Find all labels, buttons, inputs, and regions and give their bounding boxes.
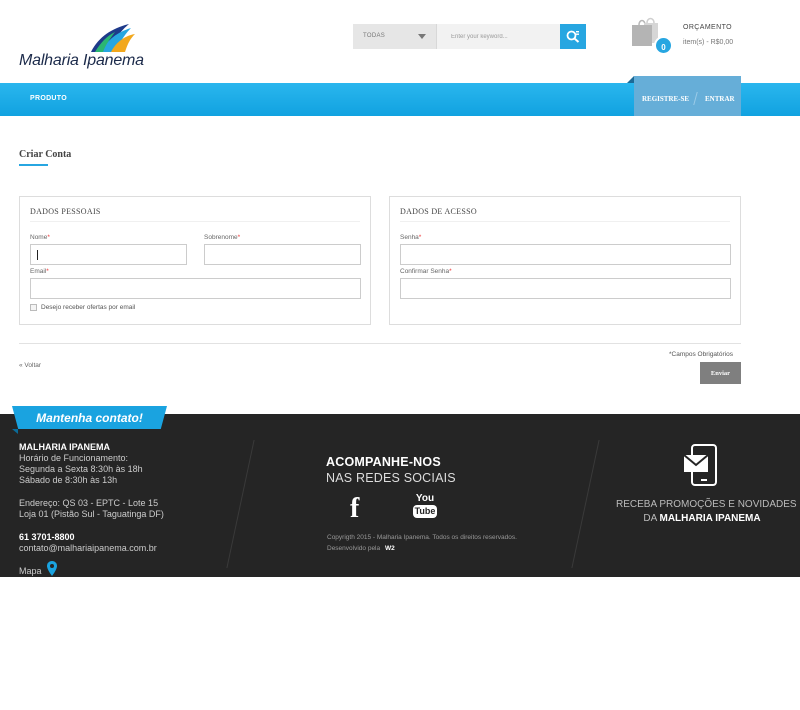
panel-divider — [30, 221, 360, 222]
footer-social: ACOMPANHE-NOS NAS REDES SOCIAIS f You Tu… — [326, 455, 556, 552]
developer-link[interactable]: W2 — [385, 545, 395, 552]
footer-email-link[interactable]: contato@malhariaipanema.com.br — [19, 543, 157, 555]
search-bar: TODAS — [353, 24, 586, 49]
map-link[interactable]: Mapa — [19, 566, 42, 578]
tab-fold — [627, 76, 634, 83]
promo-prefix: DA — [643, 513, 657, 524]
search-input[interactable] — [437, 24, 560, 49]
access-data-panel: DADOS DE ACESSO Senha* Confirmar Senha* — [389, 196, 741, 325]
required-mark: * — [47, 234, 50, 241]
ribbon-text: Mantenha contato! — [36, 411, 143, 425]
footer-hours-title: Horário de Funcionamento: — [19, 453, 129, 463]
submit-button[interactable]: Enviar — [700, 362, 741, 384]
header: Malharia Ipanema TODAS 0 ORÇAMENTO item(… — [0, 0, 800, 83]
senha-label-text: Senha — [400, 234, 419, 241]
email-field[interactable] — [30, 278, 361, 299]
cart-title: ORÇAMENTO — [683, 24, 732, 31]
personal-data-title: DADOS PESSOAIS — [30, 207, 101, 216]
page-title-underline — [19, 164, 48, 166]
promo-brand: MALHARIA IPANEMA — [659, 513, 761, 524]
map-pin-icon[interactable] — [47, 561, 57, 576]
required-mark: * — [449, 268, 452, 275]
newsletter-label: Desejo receber ofertas por email — [41, 304, 136, 311]
panel-divider — [400, 221, 730, 222]
required-mark: * — [237, 234, 241, 241]
footer-address-1: Endereço: QS 03 - EPTC - Lote 15 — [19, 498, 159, 508]
required-fields-note: *Campos Obrigatórios — [669, 351, 733, 358]
confirm-password-field[interactable] — [400, 278, 731, 299]
email-label-text: Email — [30, 268, 47, 275]
developed-by-text: Desenvolvido pela — [327, 545, 381, 552]
youtube-icon[interactable]: You Tube — [412, 493, 438, 519]
chevron-down-icon — [418, 34, 426, 39]
brand-name: Malharia Ipanema — [19, 52, 144, 69]
password-field[interactable] — [400, 244, 731, 265]
account-links: REGISTRE-SE ENTRAR — [627, 76, 741, 116]
footer-hours-week: Segunda a Sexta 8:30h às 18h — [19, 464, 143, 474]
confirm-password-label-text: Confirmar Senha — [400, 268, 450, 275]
nome-field[interactable] — [30, 244, 187, 265]
follow-title: ACOMPANHE-NOS — [326, 455, 441, 469]
login-link[interactable]: ENTRAR — [705, 95, 735, 103]
search-category-value: TODAS — [363, 33, 386, 39]
logo[interactable]: Malharia Ipanema — [19, 22, 164, 70]
main-navbar: PRODUTO REGISTRE-SE ENTRAR — [0, 76, 800, 116]
nome-label: Nome* — [30, 234, 50, 241]
footer-company: MALHARIA IPANEMA — [19, 442, 110, 452]
senha-label: Senha* — [400, 234, 421, 241]
nav-item-produto[interactable]: PRODUTO — [30, 95, 67, 102]
nav-divider — [693, 92, 698, 105]
search-category-select[interactable]: TODAS — [353, 24, 437, 49]
search-icon — [566, 30, 580, 43]
email-label: Email* — [30, 268, 49, 275]
sobrenome-label: Sobrenome* — [204, 234, 240, 241]
search-button[interactable] — [560, 24, 586, 49]
youtube-icon-bottom: Tube — [413, 505, 437, 518]
register-link[interactable]: REGISTRE-SE — [642, 95, 689, 103]
facebook-icon[interactable]: f — [350, 493, 359, 525]
access-data-title: DADOS DE ACESSO — [400, 207, 477, 216]
footer-address-2: Loja 01 (Pistão Sul - Taguatinga DF) — [19, 509, 164, 519]
sobrenome-label-text: Sobrenome — [204, 234, 238, 241]
newsletter-checkbox[interactable] — [30, 304, 37, 311]
follow-subtitle: NAS REDES SOCIAIS — [326, 471, 456, 485]
developed-by: Desenvolvido pela W2 — [327, 545, 395, 552]
ribbon-fold — [12, 429, 18, 434]
cart-summary: item(s) - R$0,00 — [683, 39, 734, 46]
cart-widget[interactable]: 0 ORÇAMENTO item(s) - R$0,00 — [630, 17, 780, 57]
mobile-mail-icon[interactable] — [683, 444, 721, 486]
required-mark: * — [46, 268, 49, 275]
footer-hours-sat: Sábado de 8:30h às 13h — [19, 475, 118, 485]
footer-phone: 61 3701-8800 — [19, 532, 75, 542]
page-title: Criar Conta — [19, 149, 72, 160]
promo-text-1: RECEBA PROMOÇÕES E NOVIDADES — [616, 499, 797, 510]
text-cursor — [37, 250, 38, 260]
contact-ribbon: Mantenha contato! — [12, 406, 167, 434]
nome-label-text: Nome — [30, 234, 48, 241]
youtube-icon-top: You — [415, 493, 435, 504]
actions-divider — [19, 343, 741, 344]
confirm-password-label: Confirmar Senha* — [400, 268, 452, 275]
copyright-text: Copyrigth 2015 - Malharia Ipanema. Todos… — [327, 534, 517, 541]
sobrenome-field[interactable] — [204, 244, 361, 265]
required-mark: * — [418, 234, 422, 241]
promo-text-2: DA MALHARIA IPANEMA — [616, 513, 788, 524]
cart-count-badge: 0 — [654, 36, 673, 55]
back-link[interactable]: « Voltar — [19, 362, 41, 369]
logo-leaf-icon — [91, 24, 135, 52]
personal-data-panel: DADOS PESSOAIS Nome* Sobrenome* Email* D… — [19, 196, 371, 325]
